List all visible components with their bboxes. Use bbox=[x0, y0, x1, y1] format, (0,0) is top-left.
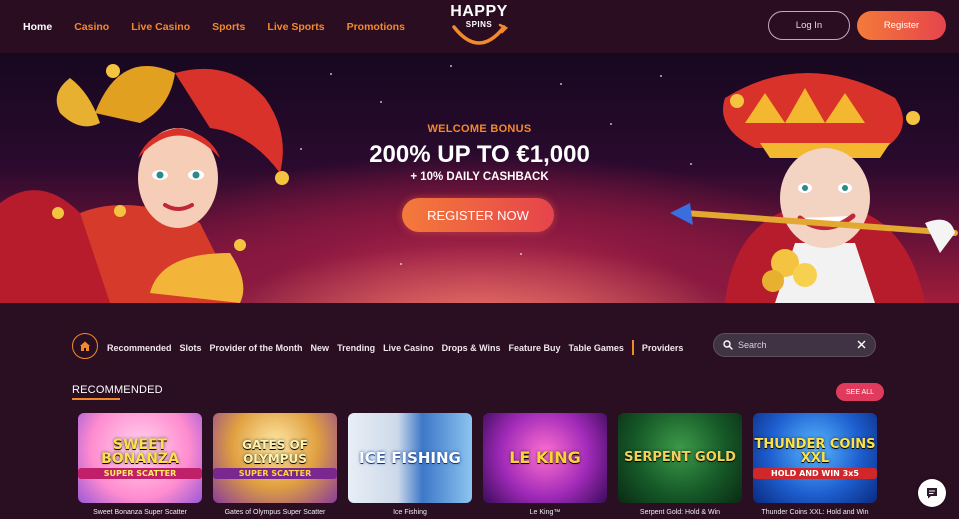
game-caption: Gates of Olympus Super Scatter bbox=[224, 509, 326, 516]
game-card-ice-fishing[interactable]: ICE FISHING Ice Fishing bbox=[348, 413, 472, 516]
tab-new[interactable]: New bbox=[311, 343, 330, 353]
nav-live-casino[interactable]: Live Casino bbox=[131, 21, 190, 33]
live-chat-button[interactable] bbox=[918, 479, 946, 507]
game-thumbnail: SWEET BONANZA SUPER SCATTER bbox=[78, 413, 202, 503]
game-caption: Le King™ bbox=[529, 509, 561, 516]
nav-live-sports[interactable]: Live Sports bbox=[267, 21, 324, 33]
game-thumbnail: ICE FISHING bbox=[348, 413, 472, 503]
game-art-title: LE KING bbox=[509, 448, 581, 467]
search-icon bbox=[723, 340, 733, 350]
game-thumbnail: SERPENT GOLD bbox=[618, 413, 742, 503]
tab-feature-buy[interactable]: Feature Buy bbox=[509, 343, 561, 353]
nav-home[interactable]: Home bbox=[23, 21, 52, 33]
category-tabs: Recommended Slots Provider of the Month … bbox=[107, 340, 691, 355]
search-input[interactable] bbox=[738, 340, 858, 350]
home-category-button[interactable] bbox=[72, 333, 98, 359]
see-all-button[interactable]: SEE ALL bbox=[836, 383, 884, 401]
game-caption: Thunder Coins XXL: Hold and Win bbox=[761, 509, 869, 516]
game-caption: Serpent Gold: Hold & Win bbox=[639, 509, 721, 516]
close-icon[interactable] bbox=[856, 339, 867, 350]
game-card-gates-of-olympus[interactable]: GATES OF OLYMPUS SUPER SCATTER Gates of … bbox=[213, 413, 337, 516]
tab-drops-wins[interactable]: Drops & Wins bbox=[442, 343, 501, 353]
game-art-subtitle: SUPER SCATTER bbox=[78, 467, 202, 479]
game-art-title: THUNDER COINS XXL bbox=[754, 436, 876, 466]
game-art-subtitle: SUPER SCATTER bbox=[213, 467, 337, 479]
hero-headline: 200% UP TO €1,000 bbox=[369, 141, 590, 168]
nav-sports[interactable]: Sports bbox=[212, 21, 245, 33]
game-art-title: SERPENT GOLD bbox=[624, 450, 736, 465]
game-thumbnail: THUNDER COINS XXL HOLD AND WIN 3x5 bbox=[753, 413, 877, 503]
section-title-underline bbox=[72, 398, 120, 400]
main-nav: Home Casino Live Casino Sports Live Spor… bbox=[23, 21, 427, 33]
game-art-title: GATES OF OLYMPUS bbox=[242, 437, 308, 466]
home-icon bbox=[80, 341, 90, 351]
hero-welcome-label: WELCOME BONUS bbox=[427, 123, 532, 135]
header: Home Casino Live Casino Sports Live Spor… bbox=[0, 0, 959, 53]
hero-banner: WELCOME BONUS 200% UP TO €1,000 + 10% DA… bbox=[0, 53, 959, 303]
game-art-title: ICE FISHING bbox=[359, 449, 461, 467]
game-caption: Ice Fishing bbox=[393, 509, 427, 516]
game-thumbnail: LE KING bbox=[483, 413, 607, 503]
game-card-serpent-gold[interactable]: SERPENT GOLD Serpent Gold: Hold & Win bbox=[618, 413, 742, 516]
tab-table-games[interactable]: Table Games bbox=[569, 343, 624, 353]
logo-text-happy: HAPPY bbox=[450, 3, 508, 20]
section-title-recommended: RECOMMENDED bbox=[72, 384, 163, 396]
tab-recommended[interactable]: Recommended bbox=[107, 343, 172, 353]
game-card-sweet-bonanza[interactable]: SWEET BONANZA SUPER SCATTER Sweet Bonanz… bbox=[78, 413, 202, 516]
logo-smile-icon bbox=[452, 23, 508, 45]
tabs-divider bbox=[631, 340, 634, 355]
tab-trending[interactable]: Trending bbox=[337, 343, 375, 353]
game-card-thunder-coins-xxl[interactable]: THUNDER COINS XXL HOLD AND WIN 3x5 Thund… bbox=[753, 413, 877, 516]
game-thumbnail: GATES OF OLYMPUS SUPER SCATTER bbox=[213, 413, 337, 503]
hero-cashback: + 10% DAILY CASHBACK bbox=[410, 171, 549, 183]
game-art-title: SWEET BONANZA bbox=[101, 436, 179, 467]
game-card-le-king[interactable]: LE KING Le King™ bbox=[483, 413, 607, 516]
game-art-subtitle: HOLD AND WIN 3x5 bbox=[753, 467, 877, 479]
login-button[interactable]: Log In bbox=[768, 11, 850, 40]
chat-icon bbox=[927, 488, 937, 499]
tab-provider-of-the-month[interactable]: Provider of the Month bbox=[210, 343, 303, 353]
tab-providers[interactable]: Providers bbox=[642, 343, 684, 353]
hero-register-button[interactable]: REGISTER NOW bbox=[402, 198, 554, 232]
game-caption: Sweet Bonanza Super Scatter bbox=[93, 509, 187, 516]
nav-promotions[interactable]: Promotions bbox=[347, 21, 405, 33]
nav-casino[interactable]: Casino bbox=[74, 21, 109, 33]
register-button[interactable]: Register bbox=[857, 11, 946, 40]
site-logo[interactable]: HAPPY SPINS bbox=[444, 3, 514, 47]
search-box bbox=[713, 333, 876, 357]
tab-live-casino[interactable]: Live Casino bbox=[383, 343, 434, 353]
tab-slots[interactable]: Slots bbox=[180, 343, 202, 353]
